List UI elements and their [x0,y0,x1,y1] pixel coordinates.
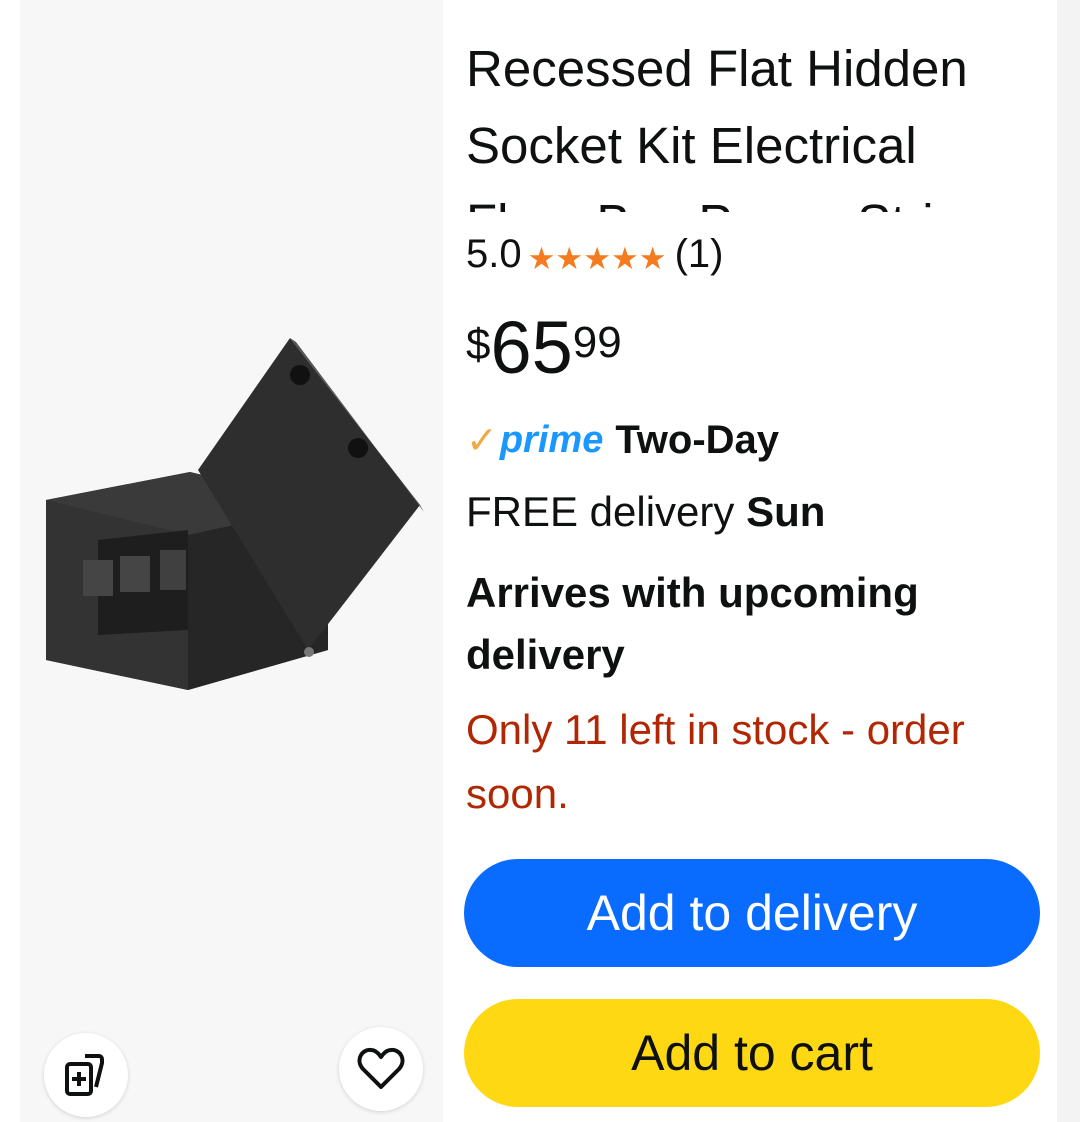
star-icon: ★ [527,240,556,276]
next-card-edge [1057,0,1080,1122]
rating-value: 5.0 [466,231,522,276]
compare-icon [65,1054,104,1096]
price-fraction: 99 [572,318,622,367]
star-rating: ★ ★ ★ ★ ★ [528,243,667,274]
delivery-day: Sun [746,488,826,535]
rating-row[interactable]: 5.0 ★ ★ ★ ★ ★ (1) [466,226,744,282]
stock-warning: Only 11 left in stock - order soon. [466,706,965,817]
compare-button[interactable] [44,1033,128,1117]
free-delivery-text: FREE delivery [466,488,747,535]
prime-check-icon: ✓ [466,420,498,462]
arrival-note: Arrives with upcoming delivery [466,569,919,678]
price: $ 65 99 [466,308,622,388]
wishlist-button[interactable] [339,1027,423,1111]
star-icon: ★ [555,240,584,276]
rating-count: (1) [674,231,724,276]
product-title[interactable]: Recessed Flat Hidden Socket Kit Electric… [466,30,1026,212]
delivery-speed: Two-Day [615,418,780,462]
delivery-date: FREE delivery Sun [466,488,825,536]
add-to-cart-button[interactable]: Add to cart [464,999,1040,1107]
prime-logo: prime [499,419,604,461]
star-icon: ★ [638,240,667,276]
price-symbol: $ [466,320,491,369]
product-image[interactable] [38,330,428,770]
heart-icon [357,1047,405,1089]
star-icon: ★ [583,240,611,276]
prime-badge: ✓ prime Two-Day [466,418,779,463]
add-to-delivery-button[interactable]: Add to delivery [464,859,1040,967]
price-whole: 65 [490,306,573,389]
star-icon: ★ [611,240,639,276]
